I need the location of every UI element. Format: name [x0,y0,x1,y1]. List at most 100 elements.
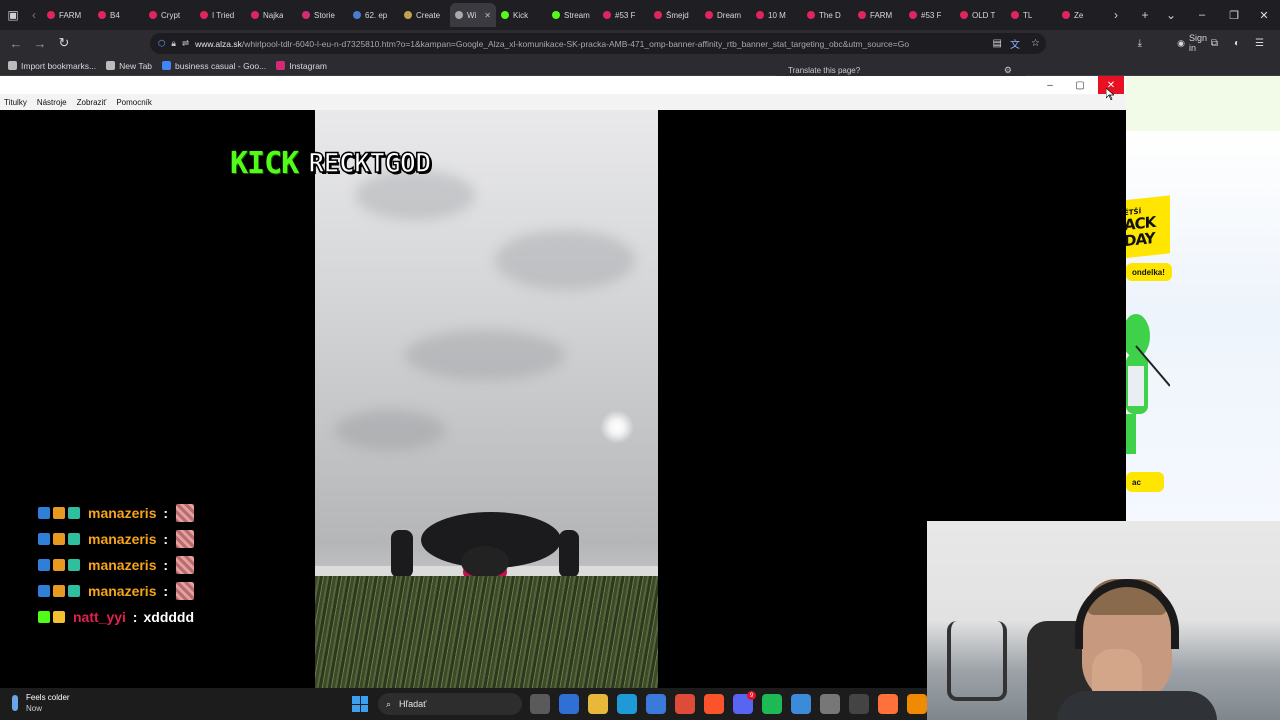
chat-username: manazeris [88,505,157,521]
tab-title: OLD T [972,10,996,20]
player-menu-item[interactable]: Nástroje [37,98,67,107]
weather-widget[interactable]: Feels colder Now [12,692,70,714]
player-menu-item[interactable]: Titulky [4,98,27,107]
browser-tab[interactable]: 62. ep [348,3,399,27]
browser-tab[interactable]: #53 F [904,3,955,27]
browser-tab[interactable]: I Tried [195,3,246,27]
bookmark-item[interactable]: business casual - Goo... [162,61,266,71]
browser-tab[interactable]: The D [802,3,853,27]
media-player-titlebar[interactable]: – ▢ ✕ [0,76,1126,94]
bookmark-item[interactable]: Import bookmarks... [8,61,96,71]
media-player-menubar: Titulky Nástroje Zobraziť Pomocník [0,94,1126,110]
extensions-icon[interactable]: ⧉ [1211,38,1218,49]
browser-tab[interactable]: Kick [496,3,547,27]
browser-tab[interactable]: FARM [42,3,93,27]
tab-favicon-icon [455,11,463,19]
tab-scroll-right-icon[interactable]: › [1108,0,1124,30]
download-icon[interactable]: ⤓ [1138,38,1142,49]
player-minimize-icon[interactable]: – [1037,76,1063,94]
notepad-icon[interactable] [791,694,811,714]
browser-tab[interactable]: Najka [246,3,297,27]
translate-icon[interactable]: 文 [1010,36,1020,51]
black-friday-badge[interactable]: ĚTŠÍ ACK DAY [1126,195,1170,259]
task-view-icon[interactable] [530,694,550,714]
tab-search-icon[interactable]: ⌄ [1158,0,1184,30]
promo-pill[interactable]: ondelka! [1126,263,1172,281]
weather-title: Feels colder [26,693,70,702]
reload-icon[interactable]: ↻ [52,30,76,56]
browser-tab[interactable]: Create [399,3,450,27]
browser-tab[interactable]: #53 F [598,3,649,27]
translate-prompt-text: Translate this page? [788,65,861,75]
windows-start-icon[interactable] [352,696,368,712]
photos-icon[interactable] [646,694,666,714]
lock-icon[interactable]: 🔒︎ [171,38,176,49]
bookmark-icon [8,61,17,70]
url-text[interactable]: www.alza.sk/whirlpool-tdlr-6040-l-eu-n-d… [195,39,909,49]
browser-tab[interactable]: B4 [93,3,144,27]
browser-tab[interactable]: FARM [853,3,904,27]
taskbar-search[interactable]: ⌕ Hľadať [378,693,522,715]
spotify-icon[interactable] [762,694,782,714]
tab-close-icon[interactable]: ✕ [484,11,491,20]
thermometer-icon [12,695,18,711]
browser-tab[interactable]: Dream [700,3,751,27]
player-maximize-icon[interactable]: ▢ [1067,76,1093,94]
sign-in-button[interactable]: ◉ Sign in [1177,33,1207,53]
browser-tab[interactable]: TL [1006,3,1057,27]
edge-icon[interactable] [617,694,637,714]
player-menu-item[interactable]: Pomocník [116,98,152,107]
browser-tab[interactable]: Storie [297,3,348,27]
webcam-overlay [927,521,1280,720]
browser-toolbar: ← → ↻ ⬡ 🔒︎ ⇌ www.alza.sk/whirlpool-tdlr-… [0,30,1280,56]
tab-actions-icon[interactable]: ▣ [0,0,26,30]
settings-icon[interactable] [820,694,840,714]
bookmark-item[interactable]: Instagram [276,61,327,71]
browser-tab[interactable]: Crypt [144,3,195,27]
file-explorer-icon[interactable] [588,694,608,714]
notification-badge: 9 [747,691,756,700]
vpn-icon[interactable]: ◐ [1234,38,1240,49]
new-tab-icon[interactable]: + [1132,0,1158,30]
browser-tab[interactable]: 10 M [751,3,802,27]
taskbar-pinned-apps: 9 [530,691,927,714]
tab-favicon-icon [858,11,866,19]
tab-favicon-icon [1062,11,1070,19]
browser-tab[interactable]: Šmejd [649,3,700,27]
brave-icon[interactable] [704,694,724,714]
mouse-cursor-icon [1106,88,1114,100]
tab-favicon-icon [98,11,106,19]
browser-tab[interactable]: Ze [1057,3,1108,27]
bookmark-item[interactable]: New Tab [106,61,152,71]
chrome-icon[interactable] [675,694,695,714]
obs-icon[interactable] [849,694,869,714]
tab-title: B4 [110,10,120,20]
minimize-browser-icon[interactable]: – [1186,0,1218,30]
menu-icon[interactable]: ☰ [1255,38,1264,49]
close-browser-icon[interactable]: ✕ [1248,0,1280,30]
browser-tab[interactable]: Stream [547,3,598,27]
store-icon[interactable] [559,694,579,714]
bookmark-label: Instagram [289,60,328,71]
address-bar[interactable]: ⬡ 🔒︎ ⇌ www.alza.sk/whirlpool-tdlr-6040-l… [150,33,1046,54]
firefox-icon[interactable] [878,694,898,714]
reader-mode-icon[interactable]: ▤ [993,38,1002,49]
chat-badge-icon [38,533,50,545]
back-icon[interactable]: ← [4,30,28,56]
vlc-icon[interactable] [907,694,927,714]
maximize-browser-icon[interactable]: ❐ [1218,0,1250,30]
browser-tab[interactable]: OLD T [955,3,1006,27]
forward-icon[interactable]: → [28,30,52,56]
translate-settings-icon[interactable]: ⚙ [1004,65,1012,76]
stream-video-frame[interactable] [315,110,658,688]
tab-scroll-left-icon[interactable]: ‹ [26,0,42,30]
bookmark-star-icon[interactable]: ☆ [1031,38,1040,49]
player-menu-item[interactable]: Zobraziť [77,98,107,107]
tab-title: 10 M [768,10,786,20]
site-settings-icon[interactable]: ⇌ [182,38,189,49]
tab-title: Najka [263,10,284,20]
shield-icon[interactable]: ⬡ [158,38,165,49]
promo-button[interactable]: ac [1126,472,1164,492]
discord-icon[interactable]: 9 [733,691,756,714]
browser-tab[interactable]: Wi ✕ [450,3,496,27]
